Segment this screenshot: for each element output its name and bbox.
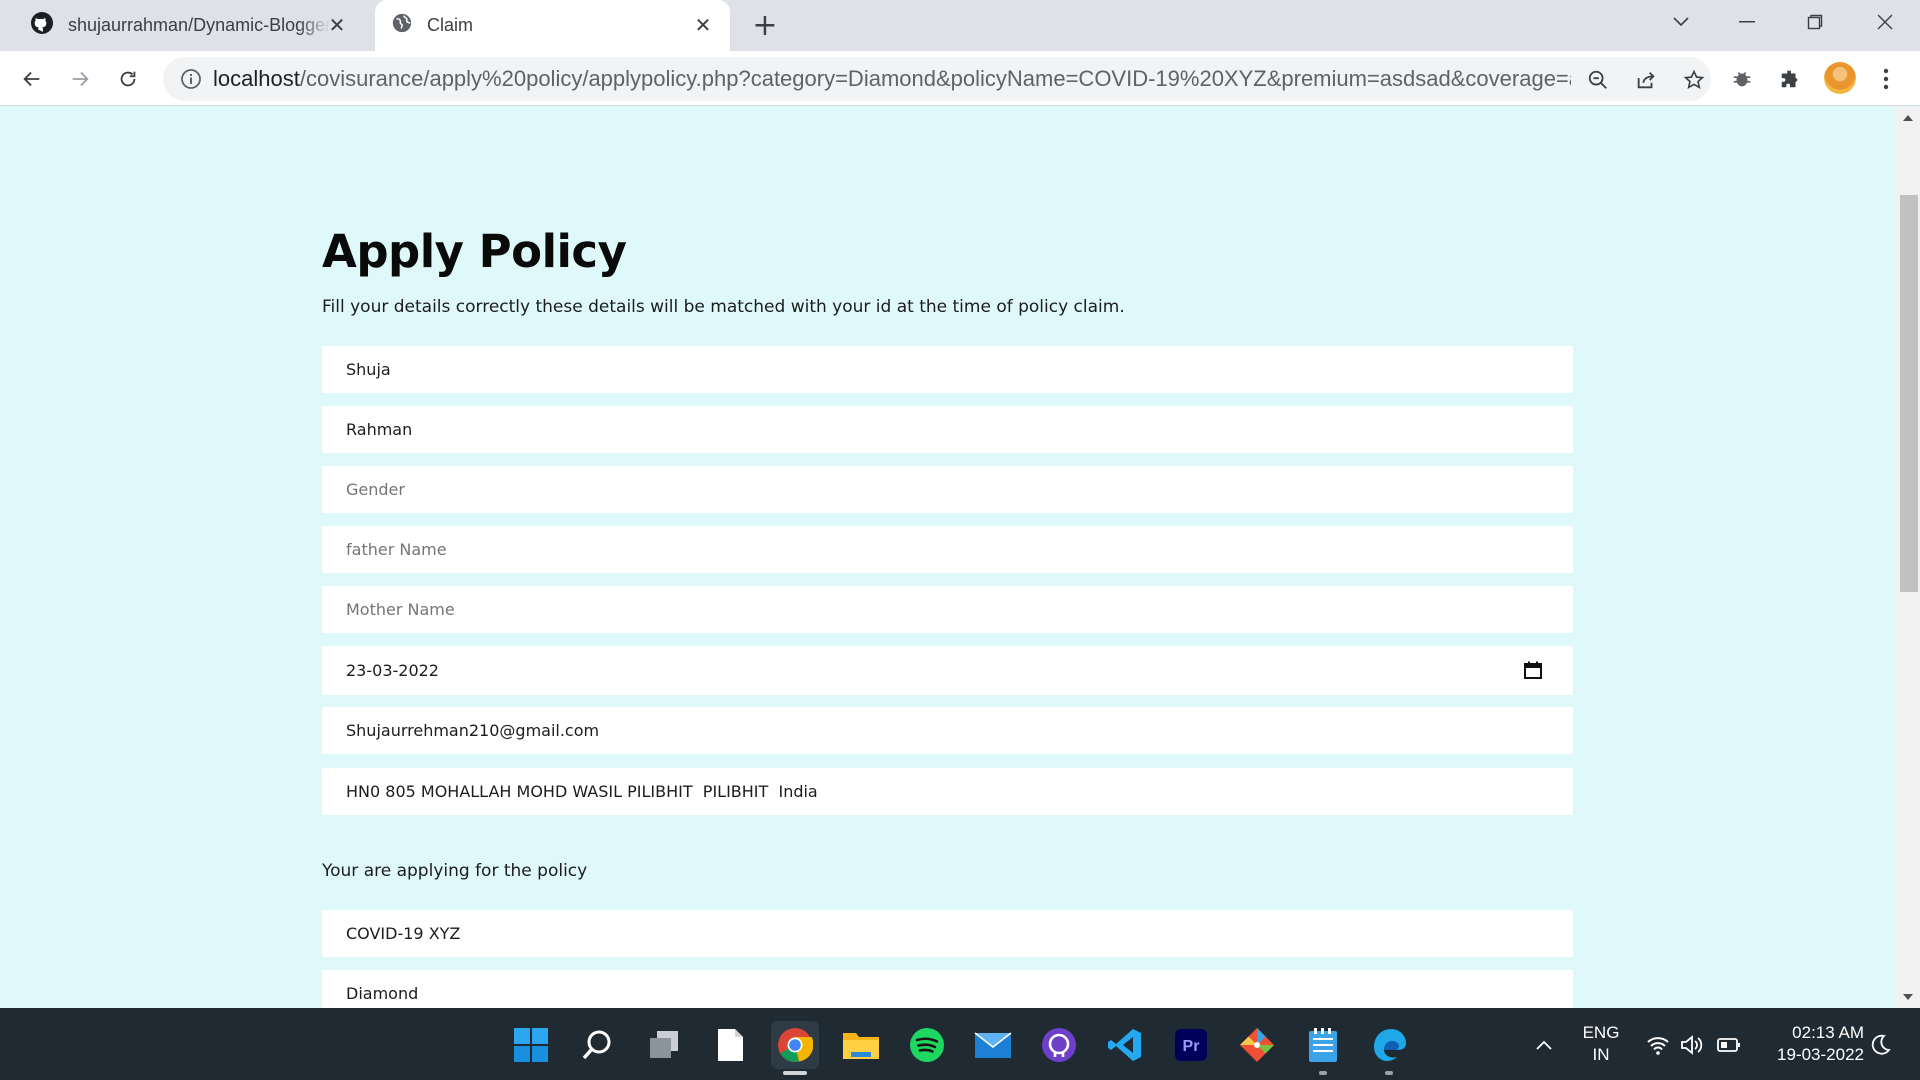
tab-label: shujaurrahman/Dynamic-Blogger	[68, 15, 330, 35]
first-name-value: Shuja	[346, 360, 391, 379]
github-icon	[30, 11, 54, 40]
clock-date: 19-03-2022	[1777, 1045, 1864, 1064]
url-host: localhost	[213, 66, 300, 91]
policy-name-field[interactable]: COVID-19 XYZ	[322, 910, 1573, 957]
profile-avatar[interactable]	[1824, 62, 1856, 94]
policy-name-value: COVID-19 XYZ	[346, 924, 461, 943]
forward-icon[interactable]	[61, 60, 99, 98]
extensions-puzzle-icon[interactable]	[1774, 63, 1806, 95]
tab-search-icon[interactable]	[1648, 0, 1714, 44]
share-icon[interactable]	[1633, 67, 1659, 93]
git-icon[interactable]	[1233, 1021, 1281, 1069]
language-code: ENG	[1582, 1023, 1620, 1042]
file-explorer-icon[interactable]	[837, 1021, 885, 1069]
minimize-icon[interactable]	[1714, 0, 1780, 44]
notepad-icon[interactable]	[1299, 1021, 1347, 1075]
volume-icon[interactable]	[1680, 1032, 1706, 1058]
chrome-icon[interactable]	[771, 1021, 819, 1075]
running-app-indicator	[1319, 1071, 1327, 1075]
edge-icon[interactable]	[1365, 1021, 1413, 1075]
reload-icon[interactable]	[109, 60, 147, 98]
date-of-birth-field[interactable]: 23-03-2022	[322, 646, 1573, 695]
mail-icon[interactable]	[969, 1021, 1017, 1069]
scroll-up-arrow-icon[interactable]	[1896, 107, 1920, 129]
page-viewport: Apply Policy Fill your details correctly…	[0, 107, 1896, 1008]
last-name-value: Rahman	[346, 420, 413, 439]
first-name-field[interactable]: Shuja	[322, 346, 1573, 393]
mother-name-placeholder: Mother Name	[346, 600, 455, 619]
clock-time: 02:13 AM	[1792, 1023, 1864, 1042]
premiere-pro-icon[interactable]: Pr	[1167, 1021, 1215, 1069]
tab-github[interactable]: shujaurrahman/Dynamic-Blogger ✕	[14, 0, 364, 51]
windows-start-icon[interactable]	[507, 1021, 555, 1069]
running-app-indicator	[1385, 1071, 1393, 1075]
new-tab-button[interactable]: +	[748, 8, 782, 43]
address-field[interactable]: HN0 805 MOHALLAH MOHD WASIL PILIBHIT PIL…	[322, 768, 1573, 815]
tab-claim[interactable]: Claim ✕	[375, 0, 730, 51]
svg-text:Pr: Pr	[1183, 1038, 1200, 1055]
close-window-icon[interactable]	[1852, 0, 1918, 44]
restore-icon[interactable]	[1782, 0, 1848, 44]
policy-section-label: Your are applying for the policy	[322, 861, 588, 881]
email-value: Shujaurrehman210@gmail.com	[346, 721, 600, 740]
focus-moon-icon[interactable]	[1868, 1032, 1894, 1058]
browser-tab-strip: shujaurrahman/Dynamic-Blogger ✕ Claim ✕ …	[0, 0, 1920, 51]
vscode-icon[interactable]	[1101, 1021, 1149, 1069]
page-scrollbar[interactable]	[1896, 107, 1920, 1008]
globe-icon	[391, 12, 413, 39]
email-field[interactable]: Shujaurrehman210@gmail.com	[322, 707, 1573, 754]
region-code: IN	[1592, 1045, 1610, 1064]
gender-field[interactable]: Gender	[322, 466, 1573, 513]
mother-name-field[interactable]: Mother Name	[322, 586, 1573, 633]
file-icon[interactable]	[706, 1021, 754, 1069]
menu-kebab-icon[interactable]	[1870, 63, 1902, 95]
windows-taskbar: Pr ENG IN 02:13 AM 19-03-2022	[0, 1008, 1920, 1080]
search-icon[interactable]	[573, 1021, 621, 1069]
policy-category-value: Diamond	[346, 984, 419, 1003]
father-name-placeholder: father Name	[346, 540, 447, 559]
address-value: HN0 805 MOHALLAH MOHD WASIL PILIBHIT PIL…	[346, 782, 818, 801]
battery-icon[interactable]	[1716, 1032, 1742, 1058]
url-text[interactable]: localhost/covisurance/apply%20policy/app…	[213, 57, 1571, 101]
spotify-icon[interactable]	[903, 1021, 951, 1069]
bug-extension-icon[interactable]	[1726, 63, 1758, 95]
close-tab-icon[interactable]: ✕	[324, 12, 350, 38]
zoom-icon[interactable]	[1585, 67, 1611, 93]
active-app-indicator	[783, 1071, 807, 1075]
info-icon[interactable]	[179, 67, 203, 91]
page-title: Apply Policy	[322, 225, 627, 278]
wifi-icon[interactable]	[1645, 1032, 1671, 1058]
tab-label: Claim	[427, 15, 474, 35]
address-bar[interactable]: localhost/covisurance/apply%20policy/app…	[163, 57, 1711, 101]
show-hidden-icons-chevron-icon[interactable]	[1531, 1032, 1557, 1058]
policy-category-field[interactable]: Diamond	[322, 970, 1573, 1008]
close-tab-icon[interactable]: ✕	[690, 12, 716, 38]
back-icon[interactable]	[13, 60, 51, 98]
bookmark-star-icon[interactable]	[1681, 67, 1707, 93]
language-indicator[interactable]: ENG IN	[1576, 1022, 1626, 1066]
task-view-icon[interactable]	[640, 1021, 688, 1069]
browser-toolbar: localhost/covisurance/apply%20policy/app…	[0, 51, 1920, 106]
father-name-field[interactable]: father Name	[322, 526, 1573, 573]
clock[interactable]: 02:13 AM 19-03-2022	[1752, 1022, 1864, 1066]
scroll-thumb[interactable]	[1900, 195, 1918, 592]
last-name-field[interactable]: Rahman	[322, 406, 1573, 453]
github-desktop-icon[interactable]	[1035, 1021, 1083, 1069]
scroll-down-arrow-icon[interactable]	[1896, 986, 1920, 1008]
calendar-icon[interactable]	[1523, 660, 1543, 680]
date-value: 23-03-2022	[346, 661, 439, 680]
url-path: /covisurance/apply%20policy/applypolicy.…	[299, 66, 1571, 91]
page-description: Fill your details correctly these detail…	[322, 297, 1125, 317]
gender-placeholder: Gender	[346, 480, 405, 499]
